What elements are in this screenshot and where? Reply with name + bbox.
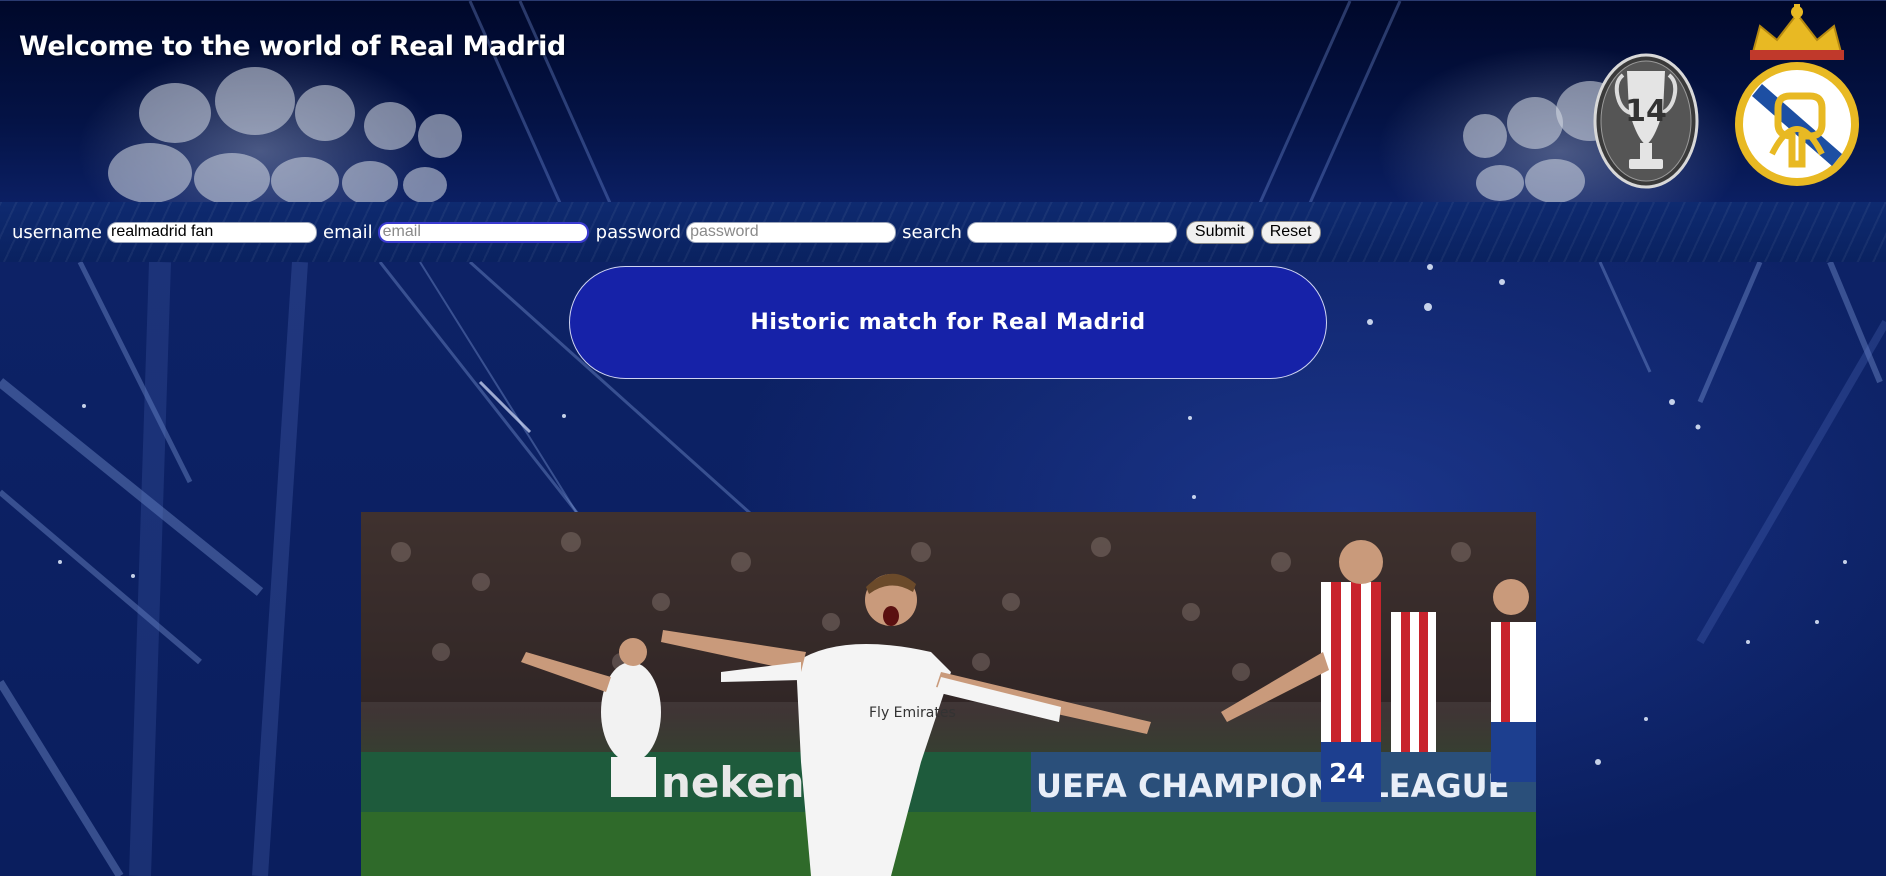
ad-board-left-text: neken <box>661 758 805 807</box>
form-row: username email password search Submit Re… <box>0 202 1321 262</box>
main-content: Historic match for Real Madrid neken UEF… <box>0 262 1886 876</box>
username-input[interactable] <box>107 221 317 243</box>
search-label: search <box>902 221 962 243</box>
real-madrid-crest-icon <box>1735 4 1859 186</box>
headline-text: Historic match for Real Madrid <box>750 310 1146 335</box>
email-label: email <box>323 221 373 243</box>
trophy-count-text: 14 <box>1625 94 1667 129</box>
email-input[interactable] <box>377 221 589 243</box>
password-label: password <box>595 221 682 243</box>
login-search-form: username email password search Submit Re… <box>0 202 1886 262</box>
username-label: username <box>12 221 102 243</box>
ad-board-right-text: UEFA CHAMPIONS LEAGUE <box>1036 767 1509 805</box>
search-input[interactable] <box>966 221 1177 243</box>
headline-banner: Historic match for Real Madrid <box>569 266 1327 379</box>
celebration-photo-illustration: neken UEFA CHAMPIONS LEAGUE Fly Emirates… <box>361 512 1536 876</box>
opponent-number-text: 24 <box>1329 759 1365 789</box>
password-input[interactable] <box>686 221 897 243</box>
submit-button[interactable]: Submit <box>1185 220 1254 244</box>
match-photo: neken UEFA CHAMPIONS LEAGUE Fly Emirates… <box>361 512 1536 876</box>
shirt-sponsor-text: Fly Emirates <box>869 705 956 721</box>
champions-trophy-icon: 14 <box>1593 53 1699 189</box>
site-header: Welcome to the world of Real Madrid 14 <box>0 0 1886 203</box>
page-title: Welcome to the world of Real Madrid <box>19 31 566 62</box>
reset-button[interactable]: Reset <box>1260 220 1321 244</box>
